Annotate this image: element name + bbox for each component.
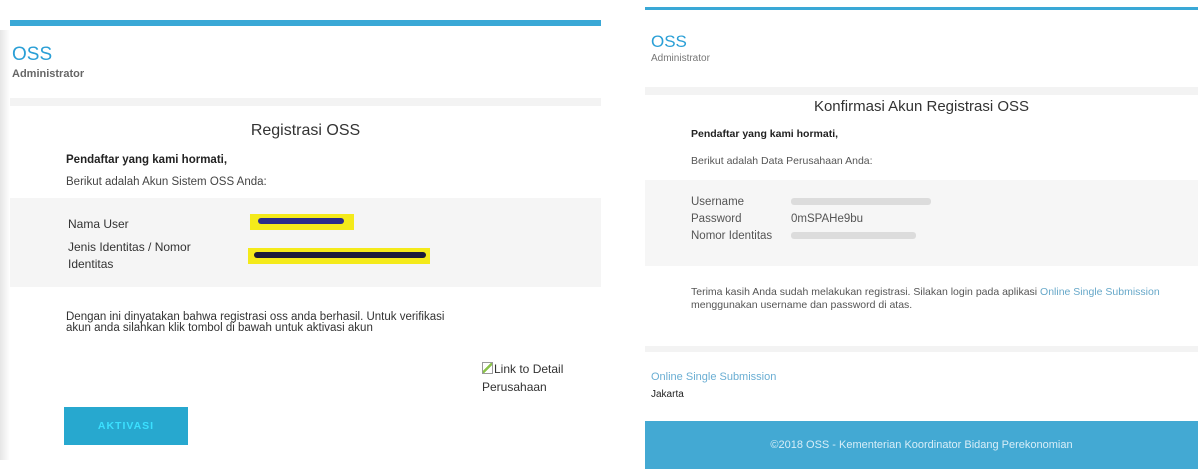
brand-subtitle: Administrator (12, 68, 85, 80)
oss-footer-link[interactable]: Online Single Submission (651, 371, 776, 383)
intro-text: Berikut adalah Akun Sistem OSS Anda: (66, 176, 267, 188)
detail-perusahaan-link[interactable]: Link to Detail Perusahaan (482, 360, 592, 396)
copyright-footer: ©2018 OSS - Kementerian Koordinator Bida… (645, 421, 1198, 469)
intro-text: Berikut adalah Data Perusahaan Anda: (691, 155, 873, 167)
identitas-redaction (248, 248, 430, 264)
header-divider (645, 87, 1198, 95)
nama-user-label: Nama User (68, 217, 129, 231)
redaction-scribble (254, 252, 426, 258)
registration-email: OSS Administrator Registrasi OSS Pendaft… (10, 20, 601, 468)
left-edge-shadow (0, 30, 10, 460)
aktivasi-button[interactable]: AKTIVASI (64, 407, 188, 445)
oss-inline-link[interactable]: Online Single Submission (1040, 286, 1160, 298)
identitas-label: Jenis Identitas / Nomor Identitas (68, 240, 191, 271)
nomor-identitas-blurred-value (791, 232, 916, 240)
broken-image-icon (482, 362, 493, 374)
section-divider (645, 346, 1198, 352)
username-label: Username (691, 196, 745, 208)
activation-message: Dengan ini dinyatakan bahwa registrasi o… (66, 311, 445, 334)
account-info-box: Nama User Jenis Identitas / Nomor Identi… (10, 198, 601, 287)
nomor-identitas-row: Nomor Identitas (691, 230, 916, 242)
greeting: Pendaftar yang kami hormati, (66, 154, 228, 166)
redaction-scribble (258, 218, 344, 224)
username-blurred-value (791, 198, 931, 206)
brand-subtitle: Administrator (651, 53, 710, 64)
email-title: Registrasi OSS (250, 122, 361, 139)
brand-block: OSS Administrator (12, 44, 84, 80)
nama-user-redaction (250, 214, 354, 230)
header-divider (10, 98, 601, 106)
brand-block: OSS Administrator (651, 32, 710, 64)
greeting: Pendaftar yang kami hormati, (691, 128, 839, 140)
nomor-identitas-label: Nomor Identitas (691, 230, 773, 242)
password-row: Password 0mSPAHe9bu (691, 213, 863, 225)
city-label: Jakarta (651, 389, 684, 400)
username-row: Username (691, 196, 931, 208)
account-data-box: Username Password 0mSPAHe9bu Nomor Identi… (645, 180, 1198, 266)
thank-you-text-end: menggunakan username dan password di ata… (691, 299, 913, 311)
email-title: Konfirmasi Akun Registrasi OSS (813, 98, 1030, 115)
thank-you-text: Terima kasih Anda sudah melakukan regist… (691, 286, 1041, 298)
password-label: Password (691, 213, 742, 225)
broken-image-alt-text: Link to Detail Perusahaan (482, 362, 564, 394)
thank-you-message: Terima kasih Anda sudah melakukan regist… (691, 286, 1171, 312)
brand-logo: OSS (651, 32, 687, 51)
password-value: 0mSPAHe9bu (791, 213, 864, 225)
brand-logo: OSS (12, 44, 53, 65)
confirmation-email: OSS Administrator Konfirmasi Akun Regist… (645, 7, 1198, 469)
